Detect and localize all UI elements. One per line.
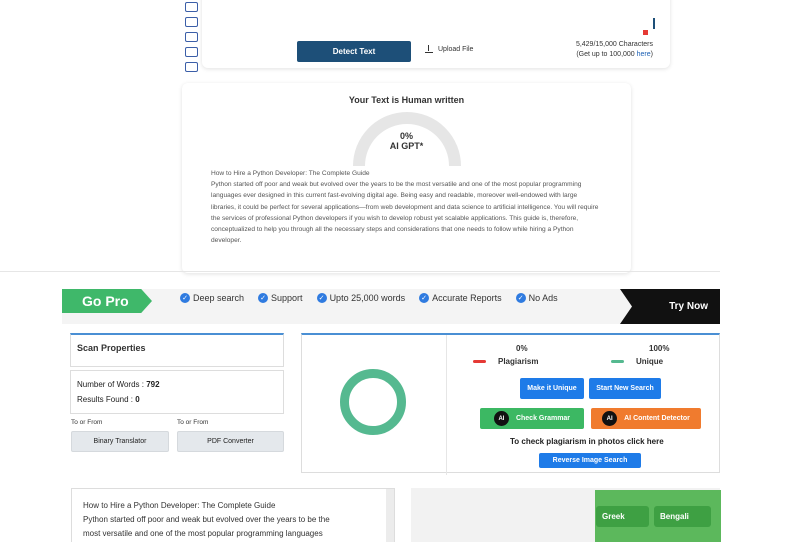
- to-from-label: To or From: [177, 419, 209, 426]
- result-text-body: Python started off poor and weak but evo…: [211, 181, 599, 245]
- character-counter: 5,429/15,000 Characters (Get up to 100,0…: [560, 40, 653, 60]
- char-count: 5,429/15,000 Characters: [575, 41, 653, 48]
- check-icon: ✓: [316, 293, 327, 303]
- reverse-image-search-button[interactable]: Reverse Image Search: [539, 453, 641, 468]
- image-icon[interactable]: [185, 17, 198, 27]
- bottom-text-line: most versatile and one of the most popul…: [83, 529, 323, 538]
- to-from-label: To or From: [71, 419, 103, 426]
- language-bengali-button[interactable]: Bengali: [654, 506, 711, 527]
- check-grammar-button[interactable]: AI Check Grammar: [480, 408, 584, 429]
- pdf-converter-button[interactable]: PDF Converter: [177, 431, 284, 452]
- plagiarism-percent: 0%: [516, 344, 528, 353]
- ai-content-detector-button[interactable]: AI AI Content Detector: [591, 408, 701, 429]
- text-icon[interactable]: [185, 32, 198, 42]
- scrollbar[interactable]: [386, 489, 394, 542]
- plagiarism-swatch: [473, 360, 486, 363]
- result-text-title: How to Hire a Python Developer: The Comp…: [211, 170, 370, 177]
- photo-plagiarism-text: To check plagiarism in photos click here: [510, 437, 664, 446]
- start-new-search-button[interactable]: Start New Search: [589, 378, 661, 399]
- tool-icons: [185, 2, 201, 77]
- ai-result-card: Your Text is Human written 0% AI GPT* Ho…: [182, 83, 631, 273]
- plagiarism-legend: Plagiarism: [473, 357, 538, 366]
- divider: [0, 271, 720, 272]
- unique-donut-chart: [340, 369, 406, 435]
- page: Detect Text Upload File 5,429/15,000 Cha…: [0, 0, 800, 542]
- pro-features: ✓ Deep search ✓ Support ✓ Upto 25,000 words…: [180, 293, 558, 303]
- upload-label: Upload File: [438, 45, 474, 53]
- scan-stats: Number of Words : 792 Results Found : 0: [70, 370, 284, 414]
- unique-legend: Unique: [611, 357, 663, 366]
- check-icon: ✓: [515, 293, 526, 303]
- grammar-ai-icon: AI: [493, 411, 509, 426]
- upload-icon: [425, 45, 433, 53]
- bottom-text-title: How to Hire a Python Developer: The Comp…: [83, 501, 276, 510]
- feature-item: ✓ Upto 25,000 words: [316, 293, 405, 303]
- feature-item: ✓ Support: [258, 293, 303, 303]
- word-count: Number of Words : 792: [77, 380, 160, 389]
- result-text: How to Hire a Python Developer: The Comp…: [211, 168, 603, 246]
- check-icon: ✓: [180, 293, 190, 303]
- binary-translator-button[interactable]: Binary Translator: [71, 431, 169, 452]
- unique-swatch: [611, 360, 624, 363]
- unique-percent: 100%: [649, 344, 670, 353]
- upgrade-link[interactable]: here: [637, 51, 651, 58]
- bottom-text-area[interactable]: How to Hire a Python Developer: The Comp…: [71, 488, 395, 542]
- result-title: Your Text is Human written: [348, 95, 465, 105]
- make-unique-button[interactable]: Make it Unique: [520, 378, 584, 399]
- bottom-text-line: Python started off poor and weak but evo…: [83, 515, 330, 524]
- ai-percent: 0%: [399, 131, 413, 141]
- upload-file-button[interactable]: Upload File: [425, 45, 473, 53]
- scan-properties-header: Scan Properties: [70, 333, 284, 367]
- status-dot: [643, 30, 648, 35]
- drive-icon[interactable]: [185, 62, 198, 72]
- results-found: Results Found : 0: [77, 395, 140, 404]
- check-icon: ✓: [258, 293, 269, 303]
- document-icon[interactable]: [185, 2, 198, 12]
- go-pro-banner: Go Pro ✓ Deep search ✓ Support ✓ Upto 25,00…: [62, 289, 720, 324]
- plagiarism-result-panel: 0% 100% Plagiarism Unique Make it Unique…: [301, 333, 720, 475]
- try-now-button[interactable]: Try Now: [620, 289, 720, 324]
- go-pro-title: Go Pro: [62, 289, 152, 313]
- folder-icon[interactable]: [185, 47, 198, 57]
- feature-item: ✓ No Ads: [515, 293, 558, 303]
- detect-text-button[interactable]: Detect Text: [297, 41, 411, 62]
- text-cursor: [653, 18, 655, 29]
- ai-label: AI GPT*: [389, 141, 424, 151]
- detector-ai-icon: AI: [602, 411, 618, 426]
- language-greek-button[interactable]: Greek: [596, 506, 649, 527]
- feature-item: ✓ Deep search: [180, 293, 244, 303]
- char-upgrade: (Get up to 100,000 here): [576, 51, 653, 58]
- check-icon: ✓: [419, 293, 430, 303]
- feature-item: ✓ Accurate Reports: [419, 293, 502, 303]
